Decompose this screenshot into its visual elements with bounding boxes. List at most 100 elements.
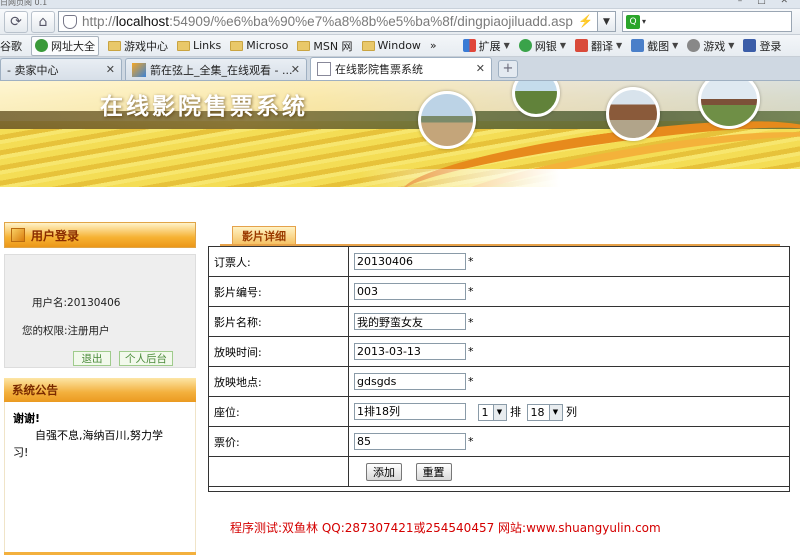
games-button[interactable]: 游戏 ▼ <box>687 38 734 54</box>
url-prefix: http:// <box>82 14 116 29</box>
form-label: 放映地点: <box>208 366 349 397</box>
bookmark-item[interactable]: Links <box>177 39 221 52</box>
form-label: 票价: <box>208 426 349 457</box>
key-icon <box>743 39 757 52</box>
banner-fade <box>0 169 800 187</box>
security-shield-icon <box>63 14 77 29</box>
url-host: localhost <box>115 14 170 29</box>
browser-tab-active[interactable]: 在线影院售票系统 ✕ <box>310 57 492 80</box>
price-input[interactable] <box>354 433 466 450</box>
seat-row-unit: 排 <box>510 405 521 418</box>
search-engine-dropdown-icon[interactable]: ▾ <box>642 17 646 26</box>
window-controls[interactable]: – □ ✕ <box>738 0 794 6</box>
required-marker: * <box>468 375 474 388</box>
translate-icon <box>574 39 588 52</box>
chevron-down-icon: ▼ <box>503 41 510 50</box>
site-title: 在线影院售票系统 <box>100 94 308 120</box>
add-button[interactable]: 添加 <box>366 462 402 481</box>
required-marker: * <box>468 435 474 448</box>
movie-id-input[interactable] <box>354 283 466 300</box>
form-cell: 1▼ 排 18▼ 列 <box>348 396 790 427</box>
form-label: 影片编号: <box>208 276 349 307</box>
home-icon[interactable]: ⌂ <box>31 10 55 33</box>
browser-tab[interactable]: - 卖家中心 ✕ <box>0 58 122 80</box>
translate-button[interactable]: 翻译 ▼ <box>574 38 622 54</box>
personal-backend-button[interactable]: 个人后台 <box>119 351 173 366</box>
banner-photo <box>418 91 476 149</box>
search-box[interactable]: Q ▾ <box>622 11 792 32</box>
screenshot-button[interactable]: 截图 ▼ <box>631 38 678 54</box>
form-row: 票价: * <box>208 426 790 457</box>
close-icon[interactable]: ✕ <box>291 63 300 76</box>
form-label: 放映时间: <box>208 336 349 367</box>
tool-label: 网银 <box>534 39 557 53</box>
seat-col-select[interactable]: 18 ▼ <box>526 403 563 421</box>
search-engine-icon[interactable]: Q <box>626 14 640 29</box>
notice-panel: 谢谢! 自强不息,海纳百川,努力学 习! <box>4 402 196 552</box>
close-icon[interactable]: ✕ <box>106 63 115 76</box>
role-text: 您的权限:注册用户 <box>22 325 110 337</box>
seat-input[interactable] <box>354 402 466 420</box>
chevron-down-icon: ▼ <box>548 404 562 420</box>
login-button[interactable]: 登录 <box>743 38 781 54</box>
form-bottom-border <box>208 486 790 492</box>
showtime-input[interactable] <box>354 343 466 360</box>
bookmark-item[interactable]: Microso <box>230 39 288 52</box>
video-site-icon <box>132 62 146 77</box>
folder-icon <box>297 40 311 51</box>
chevron-down-icon: ▼ <box>559 41 566 50</box>
login-panel-title: 用户登录 <box>31 228 80 243</box>
chevron-down-icon: ▼ <box>728 41 735 50</box>
browser-tab[interactable]: 箭在弦上_全集_在线观看 - ... ✕ <box>125 58 307 80</box>
bookmark-label: Window <box>377 39 421 52</box>
login-panel-header: 用户登录 <box>4 222 196 248</box>
form-label-empty <box>208 456 349 487</box>
form-cell: * <box>348 276 790 307</box>
form-cell: * <box>348 366 790 397</box>
seat-col-unit: 列 <box>566 405 577 418</box>
lightning-icon[interactable]: ⚡ <box>575 14 593 28</box>
bookmark-item[interactable]: 游戏中心 <box>108 38 168 54</box>
bookmark-item[interactable]: MSN 网 <box>297 38 353 54</box>
reset-button[interactable]: 重置 <box>415 462 452 481</box>
tab-title: 箭在弦上_全集_在线观看 - ... <box>150 63 293 77</box>
bank-icon <box>518 39 532 52</box>
bookmark-item[interactable]: 谷歌 <box>0 38 22 54</box>
bookmarks-bar: 谷歌 网址大全 游戏中心 Links Microso MSN 网 Window … <box>0 35 800 57</box>
window-title: 日网页阅 0.1 <box>0 0 48 7</box>
notice-line: 习! <box>13 446 29 459</box>
seat-row-select[interactable]: 1 ▼ <box>477 403 507 421</box>
refresh-icon[interactable]: ⟳ <box>4 10 28 33</box>
footer-credits: 程序测试:双鱼林 QQ:287307421或254540457 网站:www.s… <box>230 521 661 535</box>
bookmark-label: 网址大全 <box>51 39 95 53</box>
logout-button[interactable]: 退出 <box>73 351 111 366</box>
tab-title: - 卖家中心 <box>7 63 59 77</box>
panel-bullet-icon <box>11 228 25 242</box>
bookmark-item[interactable]: 网址大全 <box>31 35 99 56</box>
folder-icon <box>177 40 190 51</box>
form-row: 订票人: * <box>208 246 790 277</box>
bookmark-label: Microso <box>246 39 289 52</box>
tool-label: 截图 <box>647 39 670 53</box>
bookmarks-overflow-button[interactable]: » <box>430 39 437 52</box>
address-bar[interactable]: http://localhost:54909/%e6%ba%90%e7%a8%8… <box>58 11 598 32</box>
online-banking-button[interactable]: 网银 ▼ <box>518 38 566 54</box>
form-cell: * <box>348 426 790 457</box>
page-icon <box>317 62 331 76</box>
new-tab-button[interactable]: + <box>498 60 518 78</box>
address-dropdown-icon[interactable]: ▼ <box>598 11 616 32</box>
notice-line: 自强不息,海纳百川,努力学 <box>35 429 163 442</box>
tab-bar: - 卖家中心 ✕ 箭在弦上_全集_在线观看 - ... ✕ 在线影院售票系统 ✕… <box>0 57 800 81</box>
movie-name-input[interactable] <box>354 313 466 330</box>
location-input[interactable] <box>354 373 466 390</box>
bookmark-item[interactable]: Window <box>361 39 421 52</box>
extensions-button[interactable]: 扩展 ▼ <box>462 38 510 54</box>
username-text: 用户名:20130406 <box>32 297 121 309</box>
chevron-down-icon: ▼ <box>672 41 679 50</box>
booker-input[interactable] <box>354 253 466 270</box>
form-cell: 添加 重置 <box>348 456 790 487</box>
folder-icon <box>230 40 244 51</box>
close-icon[interactable]: ✕ <box>476 62 485 75</box>
folder-icon <box>108 40 121 51</box>
gamepad-icon <box>687 39 701 52</box>
